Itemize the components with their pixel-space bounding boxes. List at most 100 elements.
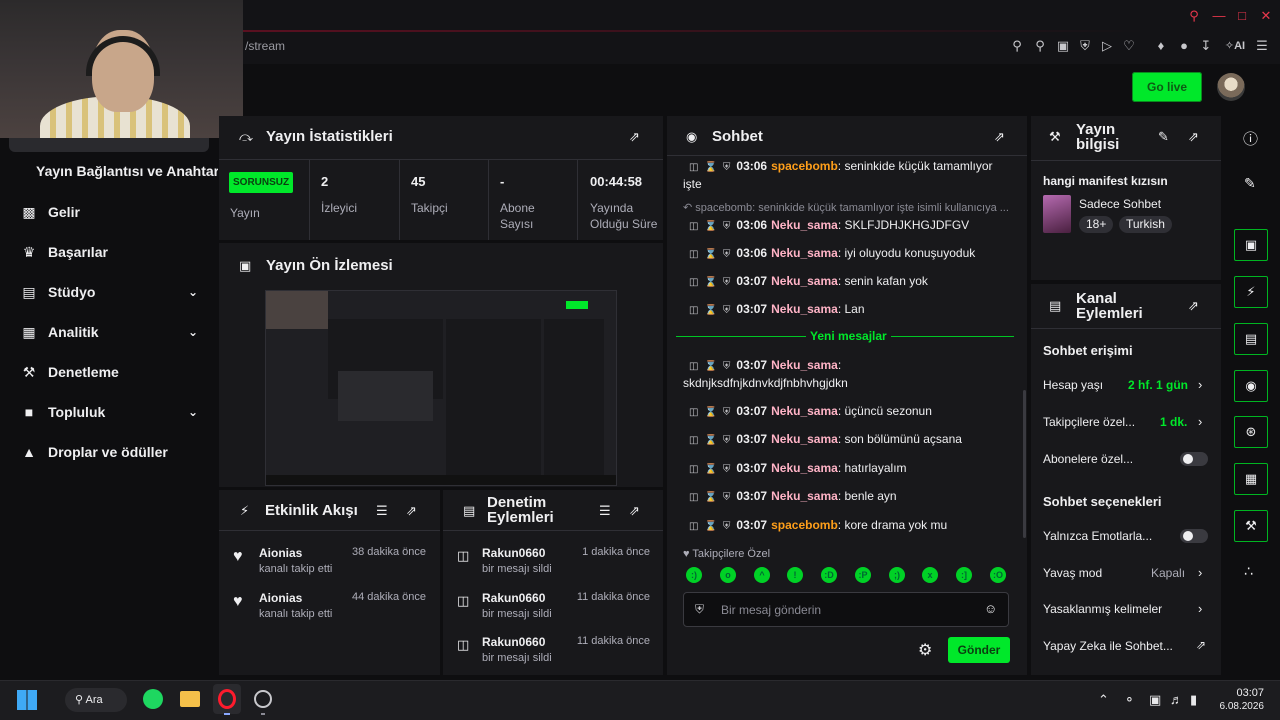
timeout-icon[interactable]: ⌛ [704, 221, 716, 232]
emote-icon[interactable]: :P [855, 567, 871, 583]
stream-preview-video[interactable] [265, 290, 617, 486]
pencil-icon[interactable]: ✎ [1158, 129, 1169, 145]
trash-icon[interactable]: ◫ [689, 162, 698, 173]
monitor-icon[interactable]: ▣ [1149, 692, 1161, 708]
timeout-icon[interactable]: ⌛ [704, 492, 716, 503]
sidebar-item-community[interactable]: ■ Topluluk ⌄ [20, 400, 200, 424]
chat-username[interactable]: Neku_sama [771, 246, 838, 260]
trash-icon[interactable]: ◫ [689, 521, 698, 532]
chat-message[interactable]: ◫ ⌛ ⛨ 03:07 spacebomb: kore drama yok mu [683, 517, 1013, 535]
info-icon[interactable]: ⓘ [1243, 128, 1258, 149]
microphone-icon[interactable]: ⚬ [1124, 692, 1135, 708]
trash-icon[interactable]: ◫ [689, 277, 698, 288]
sidebar-item-analytics[interactable]: ▦ Analitik ⌄ [20, 320, 200, 344]
event-user[interactable]: Rakun0660 [482, 635, 545, 649]
event-user[interactable]: Rakun0660 [482, 546, 545, 560]
chat-message[interactable]: ◫ ⌛ ⛨ 03:07 Neku_sama: senin kafan yok [683, 273, 1013, 291]
event-user[interactable]: Rakun0660 [482, 591, 545, 605]
opera-icon[interactable] [218, 689, 236, 709]
timeout-icon[interactable]: ⌛ [704, 162, 716, 173]
chevron-right-icon[interactable]: › [1198, 565, 1202, 580]
pencil-icon[interactable]: ✎ [1244, 175, 1256, 192]
chat-message[interactable]: ◫ ⌛ ⛨ 03:07 Neku_sama: benle ayn [683, 488, 1013, 506]
chat-username[interactable]: Neku_sama [771, 432, 838, 446]
dock-document-button[interactable]: ▤ [1234, 323, 1268, 355]
heart-icon[interactable]: ♡ [1121, 38, 1137, 54]
trash-icon[interactable]: ◫ [689, 249, 698, 260]
chevron-right-icon[interactable]: › [1198, 377, 1202, 392]
battery-icon[interactable]: ▮ [1190, 692, 1197, 708]
spotify-icon[interactable] [143, 689, 163, 709]
sidebar-item-achievements[interactable]: ♛ Başarılar [20, 240, 200, 264]
windows-start-icon[interactable] [17, 690, 37, 710]
profile-icon[interactable]: ● [1176, 38, 1192, 54]
avatar[interactable] [1217, 73, 1245, 101]
emote-icon[interactable]: :D [821, 567, 837, 583]
chat-message[interactable]: ◫ ⌛ ⛨ 03:07 Neku_sama: son bölümünü açsana [683, 431, 1013, 449]
extensions-icon[interactable]: ♦ [1153, 38, 1169, 54]
chat-username[interactable]: Neku_sama [771, 461, 838, 475]
category-thumbnail[interactable] [1043, 195, 1071, 233]
trash-icon[interactable]: ◫ [689, 305, 698, 316]
emote-icon[interactable]: ! [787, 567, 803, 583]
ai-button[interactable]: ✧AI [1222, 38, 1248, 54]
popout-icon[interactable]: ⇗ [994, 129, 1005, 145]
dock-wrench-button[interactable]: ⚒ [1234, 510, 1268, 542]
emote-icon[interactable]: :) [686, 567, 702, 583]
dock-chat-button[interactable]: ◉ [1234, 370, 1268, 402]
shield-icon[interactable]: ⛨ [1077, 38, 1093, 54]
event-user[interactable]: Aionias [259, 591, 302, 605]
banned-words-setting[interactable]: Yasaklanmış kelimeler [1043, 602, 1208, 616]
dock-broadcast-button[interactable]: ⊛ [1234, 416, 1268, 448]
search-icon[interactable]: ⚲ [1186, 8, 1202, 24]
chat-username[interactable]: Neku_sama [771, 218, 838, 232]
sidebar-item-drops[interactable]: ▲ Droplar ve ödüller [20, 440, 200, 464]
sidebar-item-studio[interactable]: ▤ Stüdyo ⌄ [20, 280, 200, 304]
timeout-icon[interactable]: ⌛ [704, 277, 716, 288]
volume-icon[interactable]: ♬ [1170, 692, 1183, 707]
timeout-icon[interactable]: ⌛ [704, 435, 716, 446]
obs-icon[interactable] [254, 690, 272, 708]
gear-icon[interactable]: ⚙ [918, 640, 932, 660]
send-button[interactable]: Gönder [948, 637, 1010, 663]
close-icon[interactable]: ✕ [1258, 8, 1274, 24]
timeout-icon[interactable]: ⌛ [704, 521, 716, 532]
category-name[interactable]: Sadece Sohbet [1079, 197, 1161, 211]
go-live-button[interactable]: Go live [1132, 72, 1202, 102]
emote-icon[interactable]: ;) [889, 567, 905, 583]
popout-icon[interactable]: ⇗ [1188, 129, 1199, 145]
taskbar-clock[interactable]: 03:07 [1228, 687, 1264, 699]
dock-lightning-button[interactable]: ⚡ [1234, 276, 1268, 308]
download-icon[interactable]: ↧ [1198, 38, 1214, 54]
chat-username[interactable]: Neku_sama [771, 302, 838, 316]
chat-username[interactable]: Neku_sama [771, 404, 838, 418]
trash-icon[interactable]: ◫ [689, 435, 698, 446]
folder-icon[interactable] [180, 691, 200, 707]
maximize-icon[interactable]: □ [1234, 8, 1250, 24]
chat-message[interactable]: ◫ ⌛ ⛨ 03:07 Neku_sama: hatırlayalım [683, 460, 1013, 478]
emote-icon[interactable]: :] [956, 567, 972, 583]
chat-scrollbar[interactable] [1023, 390, 1026, 538]
emotes-only-toggle[interactable] [1180, 529, 1208, 543]
timeout-icon[interactable]: ⌛ [704, 305, 716, 316]
sidebar-item-moderation[interactable]: ⚒ Denetleme [20, 360, 200, 384]
dock-camera-button[interactable]: ▣ [1234, 229, 1268, 261]
trash-icon[interactable]: ◫ [689, 361, 698, 372]
popout-icon[interactable]: ⇗ [1188, 298, 1199, 314]
chat-message[interactable]: ◫ ⌛ ⛨ 03:06 Neku_sama: iyi oluyodu konuşuyod… [683, 245, 1013, 263]
trash-icon[interactable]: ◫ [689, 221, 698, 232]
filter-icon[interactable]: ☰ [376, 503, 388, 519]
address-bar[interactable]: /stream [245, 39, 285, 53]
trash-icon[interactable]: ◫ [689, 464, 698, 475]
timeout-icon[interactable]: ⌛ [704, 407, 716, 418]
sidebar-item-revenue[interactable]: ▩ Gelir [20, 200, 200, 224]
chat-message[interactable]: ◫ ⌛ ⛨ 03:06 spacebomb: seninkide küçük tamam… [683, 158, 1013, 192]
chevron-right-icon[interactable]: › [1198, 601, 1202, 616]
popout-icon[interactable]: ⇗ [629, 503, 640, 519]
chevron-up-icon[interactable]: ⌃ [1098, 692, 1109, 708]
chat-username[interactable]: Neku_sama [771, 274, 838, 288]
timeout-icon[interactable]: ⌛ [704, 249, 716, 260]
play-icon[interactable]: ▷ [1099, 38, 1115, 54]
emote-icon[interactable]: :O [990, 567, 1006, 583]
menu-icon[interactable]: ☰ [1254, 38, 1270, 54]
